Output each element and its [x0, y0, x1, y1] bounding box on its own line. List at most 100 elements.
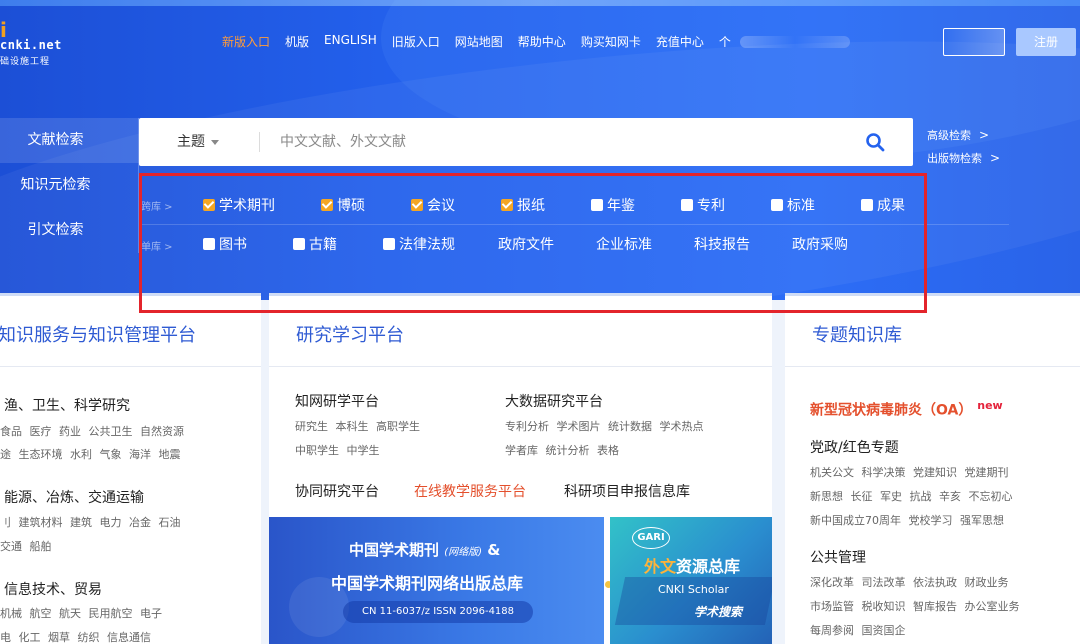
nav-new-entry[interactable]: 新版入口	[222, 33, 270, 51]
gari-title: 外文资源总库	[644, 557, 741, 576]
tab-literature-search[interactable]: 文献检索	[0, 118, 139, 163]
link-online-teaching[interactable]: 在线教学服务平台	[414, 481, 526, 501]
advanced-links: 高级检索 > 出版物检索 >	[927, 124, 1000, 170]
section-links[interactable]: 刂 建筑材料 建筑 电力 冶金 石油	[0, 514, 180, 530]
public-heading[interactable]: 公共管理	[810, 547, 866, 567]
banner-decoration	[0, 0, 1080, 6]
promo-line1: 中国学术期刊 (网络版) &	[349, 541, 501, 559]
checkbox-law[interactable]: 法律法规	[383, 234, 455, 254]
section-heading[interactable]: 渔、卫生、科学研究	[4, 395, 130, 415]
blurred-region	[739, 36, 850, 48]
checkbox-yearbook[interactable]: 年鉴	[591, 195, 635, 215]
link-enterprise-standard[interactable]: 企业标准	[596, 234, 652, 254]
checkbox-empty-icon	[383, 238, 395, 250]
search-icon[interactable]	[865, 132, 885, 152]
checkbox-journal[interactable]: 学术期刊	[203, 195, 275, 215]
section-links[interactable]: 途 生态环境 水利 气象 海洋 地震	[0, 446, 180, 462]
login-button[interactable]	[943, 28, 1005, 56]
public-links[interactable]: 每周参阅 国资国企	[810, 622, 906, 638]
checkbox-book[interactable]: 图书	[203, 234, 247, 254]
section-links[interactable]: 电 化工 烟草 纺织 信息通信	[0, 629, 151, 644]
search-separator	[259, 132, 260, 152]
card-header: 专题知识库	[785, 293, 1080, 367]
checkbox-conference[interactable]: 会议	[411, 195, 455, 215]
checkbox-empty-icon	[293, 238, 305, 250]
checkbox-standard[interactable]: 标准	[771, 195, 815, 215]
checkbox-patent[interactable]: 专利	[681, 195, 725, 215]
tab-knowledge-search[interactable]: 知识元检索	[0, 163, 139, 208]
nav-english[interactable]: ENGLISH	[324, 33, 377, 51]
section-links[interactable]: 机械 航空 航天 民用航空 电子	[0, 605, 162, 621]
nav-buy-card[interactable]: 购买知网卡	[581, 33, 641, 51]
checkbox-thesis[interactable]: 博硕	[321, 195, 365, 215]
link-gov-docs[interactable]: 政府文件	[498, 234, 554, 254]
checkbox-empty-icon	[203, 238, 215, 250]
promo-issn: CN 11-6037/z ISSN 2096-4188	[343, 601, 533, 623]
link-tech-report[interactable]: 科技报告	[694, 234, 750, 254]
publication-search-link[interactable]: 出版物检索 >	[927, 147, 1000, 170]
tab-citation-search[interactable]: 引文检索	[0, 208, 139, 253]
section-links[interactable]: 食品 医疗 药业 公共卫生 自然资源	[0, 423, 184, 439]
checkbox-empty-icon	[771, 199, 783, 211]
party-heading[interactable]: 党政/红色专题	[810, 437, 899, 457]
nav-help[interactable]: 帮助中心	[518, 33, 566, 51]
top-nav: 新版入口 机版 ENGLISH 旧版入口 网站地图 帮助中心 购买知网卡 充值中…	[222, 33, 865, 51]
zhiwang-heading[interactable]: 知网研学平台	[295, 391, 379, 411]
cross-db-label[interactable]: 跨库 >	[141, 198, 173, 213]
new-badge: new	[977, 399, 1003, 412]
zhiwang-links[interactable]: 中职学生 中学生	[295, 442, 380, 458]
checkbox-newspaper[interactable]: 报纸	[501, 195, 545, 215]
card-title[interactable]: 研究学习平台	[296, 321, 404, 347]
search-type-tabs: 文献检索 知识元检索 引文检索	[0, 118, 139, 253]
journal-promo-banner[interactable]: 中国学术期刊 (网络版) & 中国学术期刊网络出版总库 CN 11-6037/z…	[269, 517, 604, 644]
checkbox-achievement[interactable]: 成果	[861, 195, 905, 215]
section-heading[interactable]: 信息技术、贸易	[4, 579, 102, 599]
search-input[interactable]	[280, 130, 840, 154]
register-button[interactable]: 注册	[1016, 28, 1076, 56]
gari-badge: GARI	[632, 527, 670, 549]
party-links[interactable]: 新思想 长征 军史 抗战 辛亥 不忘初心	[810, 488, 1012, 504]
gari-search: 学术搜索	[694, 605, 743, 619]
card-header: 知识服务与知识管理平台	[0, 293, 261, 367]
search-field-label: 主题	[177, 134, 205, 150]
public-links[interactable]: 市场监管 税收知识 智库报告 办公室业务	[810, 598, 1020, 614]
covid-link[interactable]: 新型冠状病毒肺炎（OA） new	[810, 399, 1003, 420]
cnki-logo[interactable]: i cnki.net 础设施工程	[0, 18, 80, 70]
party-links[interactable]: 机关公文 科学决策 党建知识 党建期刊	[810, 464, 1009, 480]
nav-sitemap[interactable]: 网站地图	[455, 33, 503, 51]
gari-promo-banner[interactable]: GARI 外文资源总库 CNKI Scholar 学术搜索	[610, 517, 772, 644]
nav-personal[interactable]: 个	[719, 33, 731, 51]
checkbox-empty-icon	[681, 199, 693, 211]
bigdata-heading[interactable]: 大数据研究平台	[505, 391, 603, 411]
card-title[interactable]: 知识服务与知识管理平台	[0, 321, 196, 347]
search-bar: 主题	[139, 118, 913, 166]
link-gov-procurement[interactable]: 政府采购	[792, 234, 848, 254]
public-links[interactable]: 深化改革 司法改革 依法执政 财政业务	[810, 574, 1009, 590]
zhiwang-links[interactable]: 研究生 本科生 高职学生	[295, 418, 420, 434]
search-field-select[interactable]: 主题	[177, 118, 219, 166]
research-platform-card: 研究学习平台 知网研学平台 研究生 本科生 高职学生 中职学生 中学生 大数据研…	[269, 293, 772, 644]
promo-line2: 中国学术期刊网络出版总库	[331, 574, 524, 593]
card-title[interactable]: 专题知识库	[812, 321, 902, 347]
checkbox-checked-icon	[203, 199, 215, 211]
resource-divider	[139, 224, 1009, 225]
card-top-bar	[0, 293, 261, 296]
checkbox-checked-icon	[501, 199, 513, 211]
section-links[interactable]: 交通 船舶	[0, 538, 52, 554]
nav-mobile[interactable]: 机版	[285, 33, 309, 51]
section-heading[interactable]: 能源、冶炼、交通运输	[4, 487, 144, 507]
checkbox-empty-icon	[591, 199, 603, 211]
link-collab-platform[interactable]: 协同研究平台	[295, 481, 379, 501]
checkbox-checked-icon	[321, 199, 333, 211]
advanced-search-link[interactable]: 高级检索 >	[927, 124, 1000, 147]
checkbox-ancient-book[interactable]: 古籍	[293, 234, 337, 254]
nav-old-entry[interactable]: 旧版入口	[392, 33, 440, 51]
link-project-info[interactable]: 科研项目申报信息库	[564, 481, 690, 501]
card-header: 研究学习平台	[269, 293, 772, 367]
party-links[interactable]: 新中国成立70周年 党校学习 强军思想	[810, 512, 1004, 528]
knowledge-service-card: 知识服务与知识管理平台 渔、卫生、科学研究 食品 医疗 药业 公共卫生 自然资源…	[0, 293, 261, 644]
bigdata-links[interactable]: 学者库 统计分析 表格	[505, 442, 619, 458]
bigdata-links[interactable]: 专利分析 学术图片 统计数据 学术热点	[505, 418, 704, 434]
nav-recharge[interactable]: 充值中心	[656, 33, 704, 51]
single-db-label[interactable]: 单库 >	[141, 238, 173, 253]
